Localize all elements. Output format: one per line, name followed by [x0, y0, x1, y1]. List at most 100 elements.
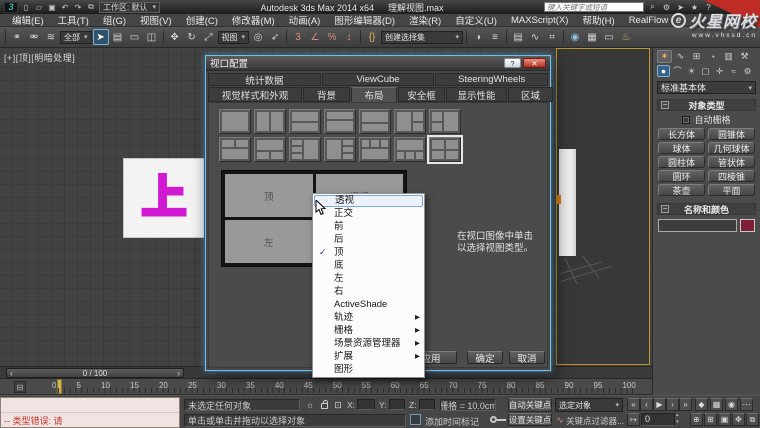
- menu-item-修改器(M)[interactable]: 修改器(M): [225, 13, 282, 27]
- listener-line1[interactable]: [1, 398, 179, 413]
- context-menu-item-扩展[interactable]: 扩展▶: [313, 350, 424, 363]
- listener-error-line[interactable]: -- 类型错误: 请: [1, 413, 179, 427]
- render-setup-icon[interactable]: ▦: [584, 29, 600, 45]
- layout-thumbnail-1+2b[interactable]: [254, 137, 286, 162]
- play-animation-icon[interactable]: ▶: [653, 398, 666, 411]
- selection-set-dropdown[interactable]: 选定对象▾: [555, 398, 623, 412]
- context-menu-item-底[interactable]: 底: [313, 259, 424, 272]
- edit-named-selections-icon[interactable]: {}: [364, 29, 380, 45]
- coord-x-field[interactable]: [357, 399, 375, 410]
- project-folder-icon[interactable]: ⧉: [86, 2, 96, 12]
- layout-thumbnail-1+3r[interactable]: [324, 137, 356, 162]
- layout-thumbnail-1+2r[interactable]: [394, 109, 426, 134]
- unlink-selection-icon[interactable]: ⚮: [26, 29, 42, 45]
- zoom-extents-icon[interactable]: ▣: [718, 413, 731, 426]
- zoom-all-icon[interactable]: ⊞: [704, 413, 717, 426]
- schematic-view-icon[interactable]: ⌗: [544, 29, 560, 45]
- collapse-icon[interactable]: −: [661, 205, 669, 213]
- workspace-dropdown[interactable]: 工作区: 默认 ▾: [99, 2, 160, 13]
- reference-coordinate-dropdown[interactable]: 视图▾: [218, 31, 250, 44]
- bind-to-spacewarp-icon[interactable]: ≋: [43, 29, 59, 45]
- viewport-label[interactable]: [+][顶][明暗处理]: [4, 51, 75, 64]
- preview-cell-top-left[interactable]: 顶: [225, 174, 313, 217]
- layout-thumbnail-2ha[interactable]: [324, 109, 356, 134]
- dialog-tab-显示性能[interactable]: 显示性能: [446, 87, 507, 102]
- dialog-tab-ViewCube[interactable]: ViewCube: [322, 73, 435, 86]
- create-tab-icon[interactable]: ✶: [657, 50, 672, 63]
- object-button-茶壶[interactable]: 茶壶: [658, 184, 705, 196]
- go-to-start-icon[interactable]: «: [627, 398, 640, 411]
- previous-frame-icon[interactable]: ‹: [640, 398, 653, 411]
- object-button-圆环[interactable]: 圆环: [658, 170, 705, 182]
- collapse-icon[interactable]: −: [661, 101, 669, 109]
- open-file-icon[interactable]: ▱: [34, 3, 44, 12]
- next-frame-icon[interactable]: ›: [666, 398, 679, 411]
- angle-snap-icon[interactable]: ∠: [307, 29, 323, 45]
- menu-item-RealFlow[interactable]: RealFlow: [622, 15, 676, 26]
- save-file-icon[interactable]: ▣: [47, 3, 57, 12]
- object-button-长方体[interactable]: 长方体: [658, 128, 705, 140]
- spacewarps-icon[interactable]: ≈: [727, 65, 740, 77]
- dialog-tab-视觉样式和外观[interactable]: 视觉样式和外观: [208, 87, 302, 102]
- key-mode-toggle-icon[interactable]: ◆: [695, 398, 708, 411]
- layout-thumbnail-1+3b[interactable]: [394, 137, 426, 162]
- menu-item-帮助(H)[interactable]: 帮助(H): [575, 13, 621, 27]
- render-production-icon[interactable]: ♨: [618, 29, 634, 45]
- track-bar[interactable]: ⊟ 05101520253035404550556065707580859095…: [0, 379, 652, 395]
- primitive-category-dropdown[interactable]: 标准基本体 ▾: [657, 81, 756, 94]
- pan-icon[interactable]: ✥: [732, 413, 745, 426]
- display-tab-icon[interactable]: ▥: [721, 50, 736, 63]
- 3d-box-object[interactable]: [559, 149, 576, 256]
- context-menu-item-透视[interactable]: 透视: [314, 195, 423, 207]
- select-and-link-icon[interactable]: ⚭: [9, 29, 25, 45]
- dialog-help-button[interactable]: ?: [504, 58, 521, 68]
- context-menu-item-图形[interactable]: 图形: [313, 363, 424, 376]
- layout-thumbnail-2x2[interactable]: [429, 137, 461, 162]
- cancel-button[interactable]: 取消: [509, 351, 545, 364]
- layout-thumbnail-2hb[interactable]: [359, 109, 391, 134]
- dialog-tab-SteeringWheels[interactable]: SteeringWheels: [435, 73, 548, 86]
- autogrid-checkbox[interactable]: [682, 116, 690, 124]
- context-menu-item-顶[interactable]: ✓顶: [313, 246, 424, 259]
- menu-item-图形编辑器(D)[interactable]: 图形编辑器(D): [327, 13, 402, 27]
- redo-icon[interactable]: ↷: [73, 3, 83, 12]
- auto-key-button[interactable]: 自动关键点: [508, 398, 552, 412]
- select-object-icon[interactable]: ➤: [93, 29, 109, 45]
- use-pivot-center-icon[interactable]: ◎: [250, 29, 266, 45]
- spinner-snap-icon[interactable]: ↕: [341, 29, 357, 45]
- menu-item-自定义(U)[interactable]: 自定义(U): [448, 13, 504, 27]
- next-frame-arrow[interactable]: ›: [177, 369, 180, 378]
- menu-item-编辑(E)[interactable]: 编辑(E): [5, 13, 51, 27]
- object-name-field[interactable]: [658, 219, 737, 232]
- time-configuration-icon[interactable]: ▦: [710, 398, 723, 411]
- maximize-viewport-toggle-icon[interactable]: ⧉: [746, 413, 759, 426]
- systems-icon[interactable]: ⚙: [741, 65, 754, 77]
- object-button-圆柱体[interactable]: 圆柱体: [658, 156, 705, 168]
- dialog-tab-背景[interactable]: 背景: [303, 87, 350, 102]
- menu-item-组(G)[interactable]: 组(G): [96, 13, 133, 27]
- object-color-swatch[interactable]: [740, 219, 755, 232]
- object-button-球体[interactable]: 球体: [658, 142, 705, 154]
- frame-step-icon[interactable]: ↦: [627, 413, 640, 426]
- go-to-end-icon[interactable]: »: [679, 398, 692, 411]
- name-color-rollout[interactable]: − 名称和颜色: [657, 203, 756, 215]
- layout-thumbnail-2+1b[interactable]: [219, 137, 251, 162]
- window-crossing-icon[interactable]: ◫: [144, 29, 160, 45]
- rendered-frame-icon[interactable]: ▭: [601, 29, 617, 45]
- absolute-offset-toggle-icon[interactable]: ⊡: [332, 399, 344, 411]
- rectangular-region-icon[interactable]: ▭: [127, 29, 143, 45]
- misc-anim-icon-2[interactable]: ⋯: [740, 398, 753, 411]
- context-menu-item-前[interactable]: 前: [313, 220, 424, 233]
- selection-filter-dropdown[interactable]: 全部▾: [60, 31, 92, 44]
- layout-thumbnail-2v[interactable]: [254, 109, 286, 134]
- select-rotate-icon[interactable]: ↻: [184, 29, 200, 45]
- material-editor-icon[interactable]: ◉: [567, 29, 583, 45]
- prev-frame-arrow[interactable]: ‹: [10, 369, 13, 378]
- layout-thumbnail-2h[interactable]: [289, 109, 321, 134]
- coord-y-field[interactable]: [389, 399, 405, 410]
- selection-lock-icon[interactable]: [318, 398, 330, 410]
- dialog-tab-安全框[interactable]: 安全框: [398, 87, 445, 102]
- text-shape-object[interactable]: 上: [123, 158, 205, 238]
- menu-item-工具(T)[interactable]: 工具(T): [51, 13, 96, 27]
- layout-thumbnail-1[interactable]: [219, 109, 251, 134]
